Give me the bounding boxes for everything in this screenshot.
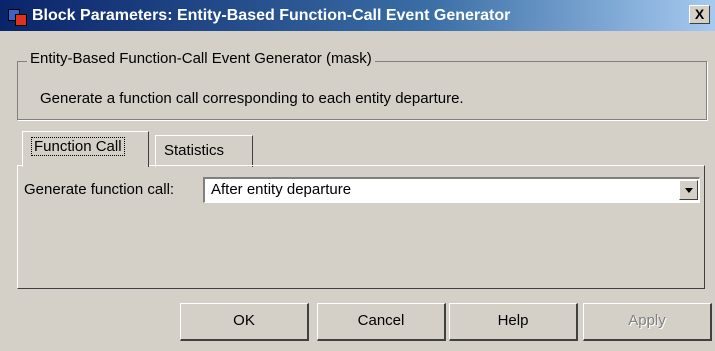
- window-title: Block Parameters: Entity-Based Function-…: [32, 6, 511, 24]
- tab-function-call-label: Function Call: [31, 137, 125, 156]
- apply-button[interactable]: Apply: [583, 303, 712, 341]
- title-bar[interactable]: Block Parameters: Entity-Based Function-…: [0, 0, 715, 31]
- mask-legend: Entity-Based Function-Call Event Generat…: [27, 50, 375, 67]
- close-button[interactable]: X: [689, 5, 710, 24]
- chevron-down-icon: [685, 188, 693, 193]
- block-parameters-icon: [8, 7, 27, 26]
- tab-function-call[interactable]: Function Call: [22, 131, 149, 167]
- dropdown-button[interactable]: [679, 180, 698, 200]
- tab-statistics[interactable]: Statistics: [155, 135, 253, 167]
- generate-function-call-value: After entity departure: [211, 181, 352, 198]
- cancel-button[interactable]: Cancel: [317, 303, 446, 341]
- help-button[interactable]: Help: [449, 303, 578, 341]
- ok-button[interactable]: OK: [180, 303, 309, 341]
- generate-function-call-select[interactable]: After entity departure: [203, 177, 700, 203]
- tab-statistics-label: Statistics: [164, 142, 225, 159]
- generate-function-call-label: Generate function call:: [24, 181, 175, 198]
- mask-description: Generate a function call corresponding t…: [40, 90, 464, 107]
